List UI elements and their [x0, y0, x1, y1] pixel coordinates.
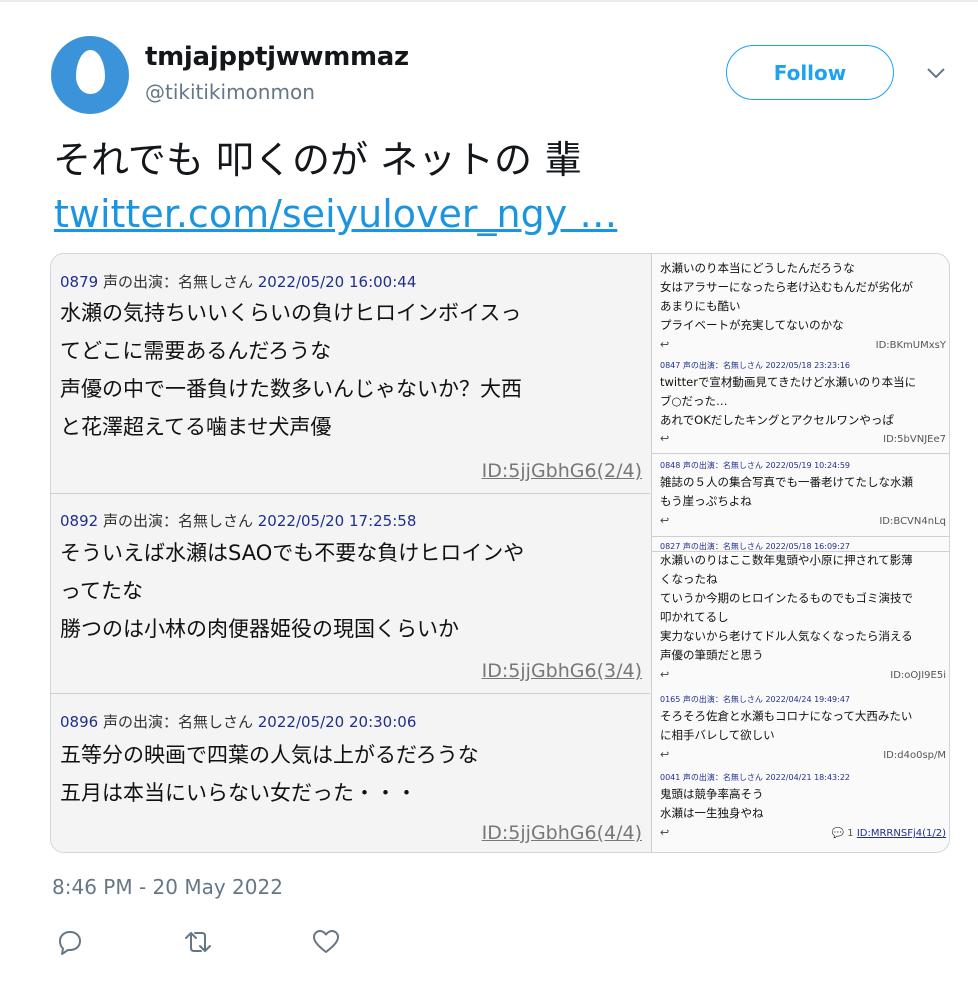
display-name[interactable]: tmjajpptjwwmmaz	[145, 42, 409, 72]
post-author: 声の出演：名無しさん	[102, 713, 253, 731]
post-line: 叩かれてるし	[660, 610, 729, 624]
post-line: あれでOKだしたキングとアクセルワンやっぱ	[660, 413, 894, 427]
default-egg-icon	[76, 50, 105, 94]
reply-arrow-icon[interactable]: ↩	[660, 338, 669, 351]
reply-arrow-icon[interactable]: ↩	[660, 668, 669, 681]
post-number: 0896	[60, 713, 99, 731]
speech-bubble-icon: 💬	[831, 828, 845, 839]
chevron-down-icon[interactable]	[926, 66, 946, 80]
retweet-icon[interactable]	[184, 928, 212, 956]
post-line: 雑誌の５人の集合写真でも一番老けてたしな水瀬	[660, 475, 913, 489]
post-line: くなったね	[660, 572, 718, 586]
post-date: 2022/05/20 20:30:06	[257, 713, 417, 731]
post-line: 声優の中で一番負けた数多いんじゃないか？大西	[60, 377, 522, 401]
reply-arrow-icon[interactable]: ↩	[660, 432, 669, 445]
forum-post: 0892 声の出演：名無しさん 2022/05/20 17:25:58 そういえ…	[51, 494, 650, 694]
post-line: あまりにも酷い	[660, 299, 741, 313]
side-post-body: 水瀬いのり本当にどうしたんだろうな 女はアラサーになったら老け込むもんだが劣化が…	[660, 259, 913, 335]
forum-post: 0879 声の出演：名無しさん 2022/05/20 16:00:44 水瀬の気…	[51, 254, 650, 494]
post-line: 声優の筆頭だと思う	[660, 648, 764, 662]
post-line: 実力ないから老けてドル人気なくなったら消える	[660, 629, 913, 643]
side-post-id[interactable]: ID:oOJI9E5i	[890, 670, 946, 681]
tweet-timestamp[interactable]: 8:46 PM - 20 May 2022	[52, 875, 283, 899]
divider	[652, 453, 949, 454]
post-line: 水瀬いのりはここ数年鬼頭や小原に押されて影薄	[660, 553, 913, 567]
side-post-body: 水瀬いのりはここ数年鬼頭や小原に押されて影薄 くなったね ていうか今期のヒロイン…	[660, 551, 913, 665]
reply-arrow-icon[interactable]: ↩	[660, 514, 669, 527]
tweet-link[interactable]: twitter.com/seiyulover_ngy …	[54, 190, 617, 238]
post-line: もう崖っぷちよね	[660, 494, 752, 508]
post-line: てどこに需要あるんだろうな	[60, 339, 332, 363]
post-line: プライベートが充実してないのかな	[660, 318, 844, 332]
media-right-panel: 水瀬いのり本当にどうしたんだろうな 女はアラサーになったら老け込むもんだが劣化が…	[651, 254, 949, 852]
media-left-panel: 0879 声の出演：名無しさん 2022/05/20 16:00:44 水瀬の気…	[51, 254, 650, 852]
side-post-header: 0848 声の出演：名無しさん 2022/05/19 10:24:59	[660, 461, 851, 470]
side-post-id[interactable]: ID:MRRNSFj4(1/2)	[857, 828, 946, 839]
post-line: ってたな	[60, 579, 143, 603]
side-post-body: twitterで宣材動画見てきたけど水瀬いのり本当に ブ○だった… あれでOKだ…	[660, 373, 916, 430]
side-post-body: 雑誌の５人の集合写真でも一番老けてたしな水瀬 もう崖っぷちよね	[660, 473, 913, 511]
reply-arrow-icon[interactable]: ↩	[660, 748, 669, 761]
side-post-header: 0847 声の出演：名無しさん 2022/05/18 23:23:16	[660, 361, 851, 370]
tweet-text: それでも 叩くのが ネットの 輩	[53, 138, 583, 182]
side-post-id[interactable]: ID:5bVNJEe7	[883, 434, 946, 445]
post-header: 0896 声の出演：名無しさん 2022/05/20 20:30:06	[60, 711, 416, 732]
side-post-id[interactable]: ID:d4o0sp/M	[883, 750, 946, 761]
like-icon[interactable]	[312, 928, 340, 956]
reply-arrow-icon[interactable]: ↩	[660, 826, 669, 839]
post-line: ていうか今期のヒロインたるものでもゴミ演技で	[660, 591, 913, 605]
post-author: 声の出演：名無しさん	[102, 512, 253, 530]
side-post-header: 0165 声の出演：名無しさん 2022/04/24 19:49:47	[660, 695, 851, 704]
side-post-id[interactable]: ID:BCVN4nLq	[879, 516, 946, 527]
side-post-id[interactable]: ID:BKmUMxsY	[876, 340, 946, 351]
post-line: 女はアラサーになったら老け込むもんだが劣化が	[660, 280, 913, 294]
post-body: 水瀬の気持ちいいくらいの負けヒロインボイスっ てどこに需要あるんだろうな 声優の…	[60, 294, 522, 446]
post-line: ブ○だった…	[660, 394, 728, 408]
post-number: 0892	[60, 512, 99, 530]
post-id[interactable]: ID:5jjGbhG6(4/4)	[482, 822, 642, 844]
post-line: そろそろ佐倉と水瀬もコロナになって大西みたい	[660, 709, 913, 723]
user-handle[interactable]: @tikitikimonmon	[145, 80, 315, 104]
side-post-replies: 💬 1 ID:MRRNSFj4(1/2)	[832, 828, 946, 839]
post-line: そういえば水瀬はSAOでも不要な負けヒロインや	[60, 541, 525, 565]
post-date: 2022/05/20 17:25:58	[257, 512, 417, 530]
post-line: 水瀬の気持ちいいくらいの負けヒロインボイスっ	[60, 301, 522, 325]
follow-button[interactable]: Follow	[726, 45, 894, 100]
post-body: 五等分の映画で四葉の人気は上がるだろうな 五月は本当にいらない女だった・・・	[60, 736, 479, 812]
post-line: 五月は本当にいらない女だった・・・	[60, 781, 417, 805]
side-post-body: 鬼頭は競争率高そう 水瀬は一生独身やね	[660, 785, 764, 823]
avatar[interactable]	[51, 36, 129, 114]
post-id[interactable]: ID:5jjGbhG6(3/4)	[482, 660, 642, 682]
post-line: 水瀬いのり本当にどうしたんだろうな	[660, 261, 855, 275]
side-post-header: 0041 声の出演：名無しさん 2022/04/21 18:43:22	[660, 773, 851, 782]
post-date: 2022/05/20 16:00:44	[257, 273, 417, 291]
forum-post: 0896 声の出演：名無しさん 2022/05/20 20:30:06 五等分の…	[51, 694, 650, 852]
post-id[interactable]: ID:5jjGbhG6(2/4)	[482, 460, 642, 482]
post-header: 0892 声の出演：名無しさん 2022/05/20 17:25:58	[60, 510, 416, 531]
divider	[652, 536, 949, 537]
post-author: 声の出演：名無しさん	[102, 273, 253, 291]
reply-count: 1	[847, 828, 854, 839]
post-line: twitterで宣材動画見てきたけど水瀬いのり本当に	[660, 375, 917, 389]
post-line: に相手バレして欲しい	[660, 728, 775, 742]
post-line: 鬼頭は競争率高そう	[660, 787, 764, 801]
post-line: 水瀬は一生独身やね	[660, 806, 764, 820]
post-number: 0879	[60, 273, 99, 291]
tweet-media[interactable]: 0879 声の出演：名無しさん 2022/05/20 16:00:44 水瀬の気…	[50, 253, 950, 853]
post-header: 0879 声の出演：名無しさん 2022/05/20 16:00:44	[60, 271, 416, 292]
post-body: そういえば水瀬はSAOでも不要な負けヒロインや ってたな 勝つのは小林の肉便器姫…	[60, 534, 524, 648]
post-line: と花澤超えてる噛ませ犬声優	[60, 415, 332, 439]
post-line: 勝つのは小林の肉便器姫役の現国くらいか	[60, 617, 459, 641]
side-post-body: そろそろ佐倉と水瀬もコロナになって大西みたい に相手バレして欲しい	[660, 707, 912, 745]
reply-icon[interactable]	[56, 928, 84, 956]
post-line: 五等分の映画で四葉の人気は上がるだろうな	[60, 743, 479, 767]
top-divider	[0, 0, 978, 2]
